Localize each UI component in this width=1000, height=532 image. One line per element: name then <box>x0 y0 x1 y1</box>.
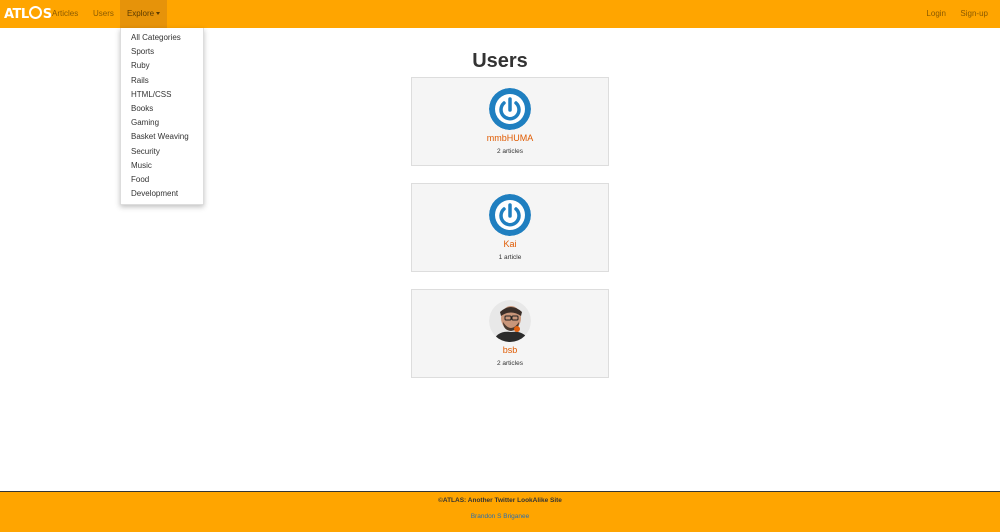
user-photo-icon <box>489 300 531 342</box>
avatar[interactable] <box>489 88 531 130</box>
nav-users[interactable]: Users <box>93 0 114 28</box>
menu-item-all-categories[interactable]: All Categories <box>121 31 203 45</box>
menu-item-security[interactable]: Security <box>121 145 203 159</box>
user-name-link[interactable]: bsb <box>412 345 608 355</box>
menu-item-gaming[interactable]: Gaming <box>121 116 203 130</box>
footer-author-link[interactable]: Brandon S Briganee <box>0 513 1000 520</box>
menu-item-music[interactable]: Music <box>121 159 203 173</box>
avatar[interactable] <box>489 194 531 236</box>
menu-item-food[interactable]: Food <box>121 173 203 187</box>
user-name-link[interactable]: Kai <box>412 239 608 249</box>
menu-item-basket-weaving[interactable]: Basket Weaving <box>121 130 203 144</box>
logo-o-icon <box>29 6 43 19</box>
power-icon <box>489 88 531 130</box>
menu-item-books[interactable]: Books <box>121 102 203 116</box>
nav-articles[interactable]: Articles <box>52 0 78 28</box>
footer: ©ATLAS: Another Twitter LookAlike Site B… <box>0 491 1000 532</box>
power-icon <box>489 194 531 236</box>
user-card: Kai 1 article <box>411 183 609 272</box>
caret-down-icon <box>156 12 161 16</box>
avatar[interactable] <box>489 300 531 342</box>
footer-copyright: ©ATLAS: Another Twitter LookAlike Site <box>438 497 562 504</box>
article-count: 2 articles <box>496 360 523 367</box>
menu-item-rails[interactable]: Rails <box>121 74 203 88</box>
user-card: bsb 2 articles <box>411 289 609 378</box>
nav-explore-dropdown[interactable]: Explore <box>120 0 167 28</box>
navbar: ATL S Articles Users Explore Login Sign-u… <box>0 0 1000 28</box>
menu-item-html-css[interactable]: HTML/CSS <box>121 88 203 102</box>
user-card: mmbHUMA 2 articles <box>411 77 609 166</box>
nav-signup[interactable]: Sign-up <box>960 0 988 28</box>
menu-item-development[interactable]: Development <box>121 187 203 201</box>
nav-login[interactable]: Login <box>926 0 946 28</box>
page-title: Users <box>472 50 528 72</box>
brand-logo[interactable]: ATL S <box>4 6 52 22</box>
user-name-link[interactable]: mmbHUMA <box>412 133 608 143</box>
nav-explore-label: Explore <box>126 9 155 18</box>
article-count: 2 articles <box>496 148 523 155</box>
article-count: 1 article <box>498 254 522 261</box>
